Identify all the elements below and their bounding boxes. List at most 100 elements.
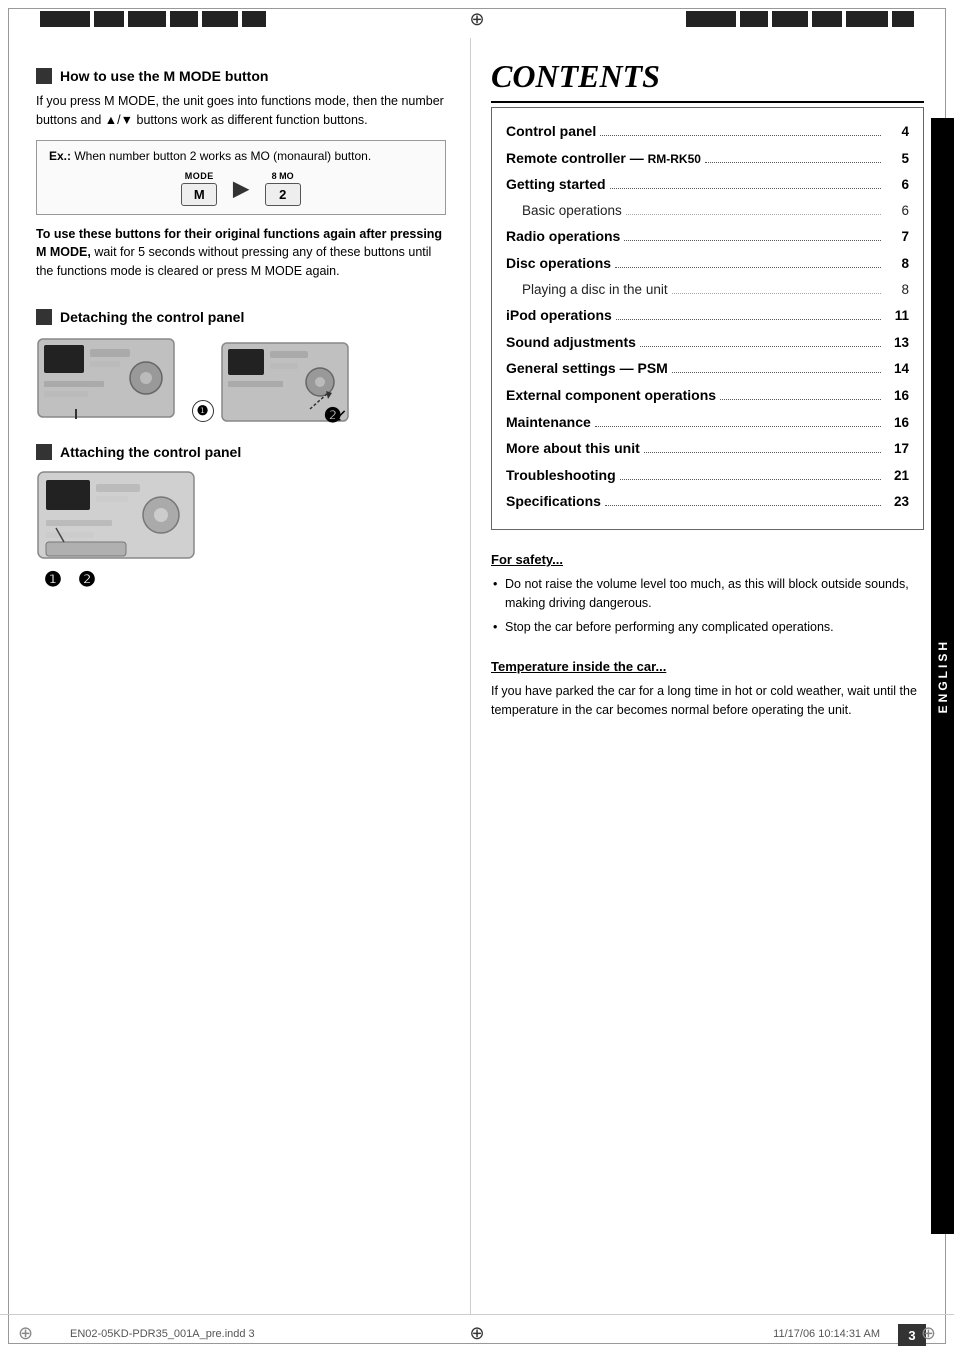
- example-arrow: ▶: [233, 176, 248, 201]
- toc-page-playing-disc: 8: [885, 279, 909, 301]
- top-crosshair: ⊕: [469, 9, 484, 30]
- toc-label-playing-disc: Playing a disc in the unit: [522, 279, 668, 301]
- num8-mo-label: 8 MO: [272, 171, 294, 181]
- toc-row-getting-started: Getting started 6: [506, 171, 909, 198]
- temperature-section: Temperature inside the car... If you hav…: [491, 659, 924, 720]
- toc-label-general: General settings — PSM: [506, 357, 668, 379]
- toc-page-control-panel: 4: [885, 121, 909, 143]
- attach-icon: [36, 444, 52, 460]
- toc-row-external: External component operations 16: [506, 382, 909, 409]
- toc-row-trouble: Troubleshooting 21: [506, 462, 909, 489]
- attach-step-1: ❶: [44, 567, 62, 592]
- bottom-crosshair-center: ⊕: [469, 1323, 484, 1344]
- bar-block-6: [242, 11, 266, 27]
- toc-label-radio: Radio operations: [506, 225, 620, 247]
- bar-block-5: [202, 11, 238, 27]
- detach-icon: [36, 309, 52, 325]
- bar-block-1: [40, 11, 90, 27]
- bottom-crosshair-right: ⊕: [921, 1323, 936, 1344]
- attach-steps: ❶ ❷: [44, 567, 446, 592]
- bottom-right-text: 11/17/06 10:14:31 AM: [773, 1328, 880, 1340]
- contents-title: CONTENTS: [491, 58, 924, 95]
- safety-list: Do not raise the volume level too much, …: [491, 575, 924, 637]
- toc-label-specs: Specifications: [506, 490, 601, 512]
- toc-dots-general: [672, 372, 881, 373]
- toc-page-specs: 23: [885, 491, 909, 513]
- toc-row-playing-disc: Playing a disc in the unit 8: [506, 277, 909, 303]
- example-row: MODE M ▶ 8 MO 2: [49, 171, 433, 206]
- m-mode-cont: wait for 5 seconds without pressing any …: [36, 245, 431, 278]
- english-label: ENGLISH: [936, 639, 950, 713]
- toc-label-external: External component operations: [506, 384, 716, 406]
- left-column: How to use the M MODE button If you pres…: [0, 38, 470, 1314]
- toc-page-sound: 13: [885, 332, 909, 354]
- toc-label-disc: Disc operations: [506, 252, 611, 274]
- toc-row-disc: Disc operations 8: [506, 250, 909, 277]
- toc-label-maintenance: Maintenance: [506, 411, 591, 433]
- toc-row-maintenance: Maintenance 16: [506, 409, 909, 436]
- toc-label-basic-ops: Basic operations: [522, 200, 622, 222]
- toc-page-disc: 8: [885, 253, 909, 275]
- toc-dots-radio: [624, 240, 881, 241]
- toc-dots-maintenance: [595, 426, 881, 427]
- toc-page-getting-started: 6: [885, 174, 909, 196]
- toc-page-basic-ops: 6: [885, 200, 909, 222]
- contents-divider: [491, 101, 924, 103]
- num2-button: 2: [265, 183, 301, 206]
- toc-dots-trouble: [620, 479, 881, 480]
- num8-mo-group: 8 MO 2: [265, 171, 301, 206]
- mode-button-from: MODE M: [181, 171, 217, 206]
- safety-title: For safety...: [491, 552, 924, 567]
- m-mode-instruction: To use these buttons for their original …: [36, 225, 446, 281]
- example-prefix: Ex.: When number button 2 works as MO (m…: [49, 149, 433, 163]
- detach-step-1: ❶: [192, 400, 214, 422]
- detach-radio-svg-1: [36, 337, 176, 419]
- detach-header: Detaching the control panel: [36, 309, 446, 325]
- top-bar: ⊕: [0, 0, 954, 38]
- toc-row-sound: Sound adjustments 13: [506, 329, 909, 356]
- example-ex-label: Ex.:: [49, 149, 71, 163]
- toc-page-ipod: 11: [885, 305, 909, 327]
- bar-block-r6: [892, 11, 914, 27]
- m-button: M: [181, 183, 217, 206]
- attach-step-2: ❷: [78, 567, 96, 592]
- temperature-title: Temperature inside the car...: [491, 659, 924, 674]
- bar-block-r3: [772, 11, 808, 27]
- detach-title: Detaching the control panel: [60, 309, 244, 325]
- detach-unit-1: ❶: [36, 337, 206, 426]
- m-mode-title: How to use the M MODE button: [60, 68, 268, 84]
- example-box: Ex.: When number button 2 works as MO (m…: [36, 140, 446, 215]
- bottom-left-text: EN02-05KD-PDR35_001A_pre.indd 3: [70, 1328, 255, 1340]
- bottom-bar: ⊕ EN02-05KD-PDR35_001A_pre.indd 3 ⊕ 11/1…: [0, 1314, 954, 1352]
- bar-block-r4: [812, 11, 842, 27]
- toc-row-remote: Remote controller — RM-RK50 5: [506, 145, 909, 172]
- top-bar-right-blocks: [686, 11, 914, 27]
- toc-dots-basic-ops: [626, 214, 881, 215]
- toc-row-basic-ops: Basic operations 6: [506, 198, 909, 224]
- bar-block-r5: [846, 11, 888, 27]
- temperature-body: If you have parked the car for a long ti…: [491, 682, 924, 720]
- toc-row-more: More about this unit 17: [506, 435, 909, 462]
- attach-radio-svg: [36, 470, 196, 560]
- english-sidebar: ENGLISH: [931, 118, 954, 1234]
- toc-dots-specs: [605, 505, 881, 506]
- toc-row-ipod: iPod operations 11: [506, 302, 909, 329]
- bar-block-r2: [740, 11, 768, 27]
- toc-box: Control panel 4 Remote controller — RM-R…: [491, 107, 924, 530]
- toc-row-control-panel: Control panel 4: [506, 118, 909, 145]
- safety-section: For safety... Do not raise the volume le…: [491, 552, 924, 637]
- detach-panel-images: ❶ ❷ ↙: [36, 337, 446, 426]
- attach-title: Attaching the control panel: [60, 444, 241, 460]
- toc-page-maintenance: 16: [885, 412, 909, 434]
- example-text: When number button 2 works as MO (monaur…: [74, 149, 371, 163]
- safety-item-2: Stop the car before performing any compl…: [491, 618, 924, 637]
- toc-page-radio: 7: [885, 226, 909, 248]
- toc-dots-external: [720, 399, 881, 400]
- toc-dots-control-panel: [600, 135, 881, 136]
- m-mode-header: How to use the M MODE button: [36, 68, 446, 84]
- top-bar-left-blocks: [40, 11, 266, 27]
- toc-page-more: 17: [885, 438, 909, 460]
- toc-row-radio: Radio operations 7: [506, 223, 909, 250]
- m-mode-body: If you press M MODE, the unit goes into …: [36, 92, 446, 130]
- toc-label-ipod: iPod operations: [506, 304, 612, 326]
